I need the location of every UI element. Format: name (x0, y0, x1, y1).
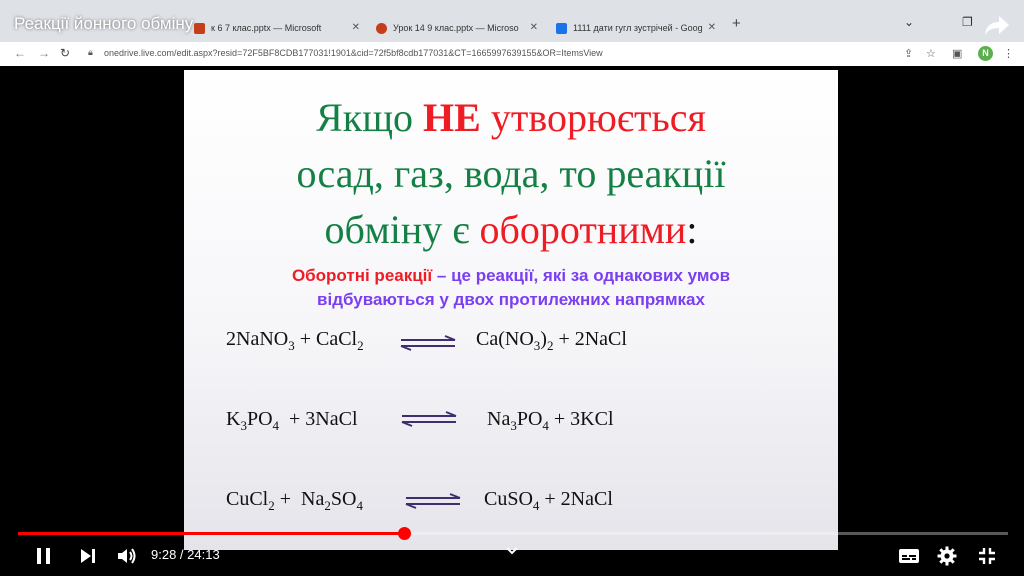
side-panel-icon[interactable]: ▣ (952, 47, 962, 60)
share-page-icon[interactable]: ⇪ (904, 47, 913, 60)
reload-icon[interactable]: ↻ (60, 46, 70, 60)
back-icon[interactable]: ← (14, 46, 26, 60)
restore-icon[interactable]: ❐ (962, 15, 973, 29)
equation-2-right: Na3PO4 + 3KCl (487, 408, 614, 433)
close-icon[interactable]: ✕ (352, 22, 360, 33)
current-time: 9:28 (151, 547, 177, 562)
volume-icon[interactable] (116, 546, 138, 566)
next-icon[interactable] (78, 546, 98, 566)
duration: 24:13 (187, 547, 220, 562)
lock-icon[interactable]: 🔒︎ (88, 47, 93, 58)
equation-1-left: 2NaNO3 + CaCl2 (226, 328, 364, 353)
menu-icon[interactable]: ⋮ (1003, 47, 1014, 60)
bookmark-star-icon[interactable]: ☆ (926, 47, 936, 60)
exit-fullscreen-icon[interactable] (977, 546, 997, 566)
pause-icon[interactable] (34, 546, 54, 566)
heading-text: утворюється (480, 95, 706, 140)
tab-label: к 6 7 клас.pptx — Microsoft (211, 23, 322, 33)
chevron-down-icon[interactable]: ⌄ (904, 15, 914, 29)
powerpoint-icon (194, 22, 205, 34)
definition-body: – це реакції, які за однакових умов (432, 266, 731, 285)
chevron-down-icon[interactable] (505, 546, 519, 556)
heading-text: Якщо (316, 95, 424, 140)
heading-text: обміну є (324, 207, 480, 252)
reversible-arrows-icon (405, 493, 461, 509)
tab-pptx-1[interactable]: к 6 7 клас.pptx — Microsoft ✕ (186, 15, 368, 41)
progress-bar-played (18, 532, 404, 535)
slide-heading: Якщо НЕ утворюється осад, газ, вода, то … (184, 90, 838, 258)
time-separator: / (176, 547, 188, 562)
reversible-arrows-icon (400, 335, 456, 351)
close-icon[interactable]: ✕ (708, 22, 716, 33)
subtitles-icon[interactable] (898, 546, 920, 566)
powerpoint-icon (376, 22, 387, 34)
presentation-slide: Якщо НЕ утворюється осад, газ, вода, то … (184, 70, 838, 550)
tab-label: 1111 дати гугл зустрічей - Goog (573, 23, 703, 33)
forward-icon[interactable]: → (38, 46, 50, 60)
url-field[interactable]: onedrive.live.com/edit.aspx?resid=72F5BF… (104, 48, 603, 58)
video-title[interactable]: Реакції йонного обміну (14, 14, 193, 34)
new-tab-icon[interactable]: + (732, 15, 741, 32)
avatar[interactable]: N (978, 46, 993, 61)
settings-icon[interactable] (937, 546, 957, 566)
definition-body: відбуваються у двох протилежних напрямка… (317, 290, 705, 309)
tab-pptx-2[interactable]: Урок 14 9 клас.pptx — Microso ✕ (368, 15, 546, 41)
heading-emphasis: оборотними (479, 207, 687, 252)
sheets-icon (556, 22, 567, 34)
time-display: 9:28 / 24:13 (151, 547, 220, 562)
equation-1-right: Ca(NO3)2 + 2NaCl (476, 328, 627, 353)
heading-text: осад, газ, вода, то реакції (296, 151, 726, 196)
tab-google-sheet[interactable]: 1111 дати гугл зустрічей - Goog ✕ (548, 15, 724, 41)
definition-text: Оборотні реакції – це реакції, які за од… (184, 264, 838, 312)
reversible-arrows-icon (401, 411, 457, 427)
close-icon[interactable]: ✕ (530, 22, 538, 33)
address-bar-row: ← → ↻ 🔒︎ onedrive.live.com/edit.aspx?res… (0, 42, 1024, 66)
equation-3-right: CuSO4 + 2NaCl (484, 488, 613, 513)
share-icon[interactable] (984, 14, 1010, 36)
equation-2-left: K3PO4 + 3NaCl (226, 408, 358, 433)
equation-3-left: CuCl2 + Na2SO4 (226, 488, 363, 513)
heading-emphasis: НЕ (423, 95, 481, 140)
tab-label: Урок 14 9 клас.pptx — Microso (393, 23, 519, 33)
heading-text: : (686, 207, 698, 252)
definition-term: Оборотні реакції (291, 266, 433, 285)
scrubber-handle[interactable] (398, 527, 411, 540)
